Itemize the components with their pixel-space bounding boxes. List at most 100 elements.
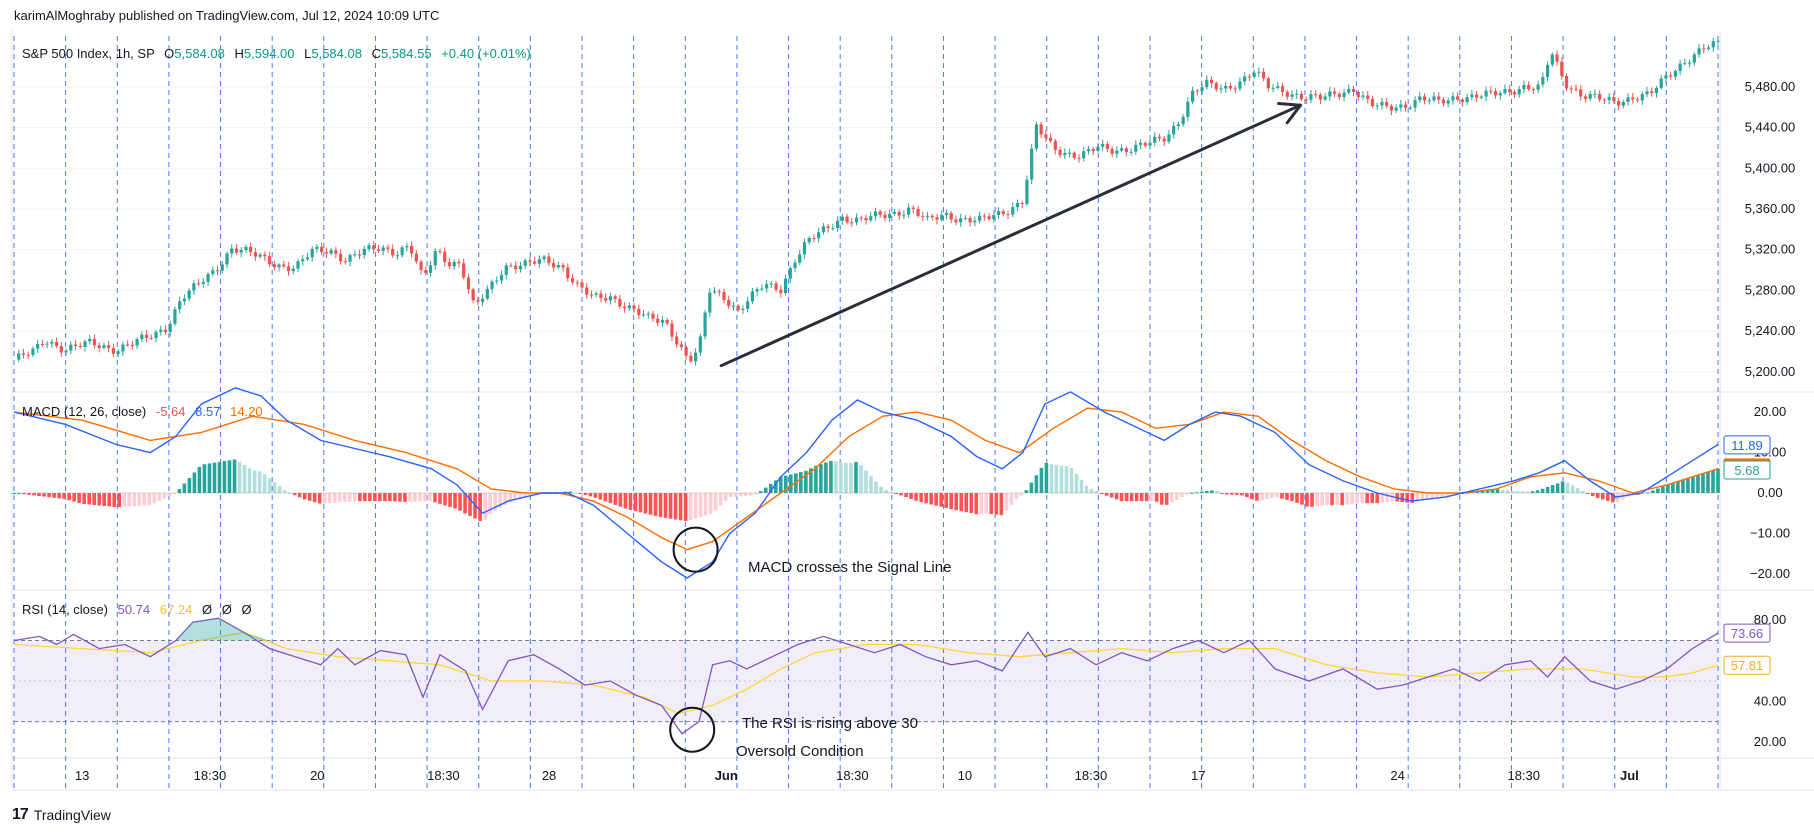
candle-body	[968, 218, 972, 223]
candle-body	[670, 323, 674, 337]
candle-body	[963, 218, 967, 220]
candle-body	[305, 257, 310, 260]
candle-body	[1413, 100, 1417, 108]
rsi-legend[interactable]: RSI (14, close) 50.74 67.24 Ø Ø Ø	[22, 602, 252, 617]
candle-body	[1342, 92, 1346, 97]
candle-body	[1276, 86, 1280, 88]
candle-body	[566, 267, 570, 279]
candle-body	[334, 250, 338, 254]
histogram-bar	[638, 493, 643, 513]
histogram-bar	[393, 493, 397, 502]
histogram-bar	[598, 493, 603, 500]
histogram-bar	[483, 493, 487, 520]
histogram-bar	[147, 493, 152, 506]
candle-body	[907, 207, 911, 215]
candle-body	[1394, 107, 1398, 111]
candle-body	[746, 301, 750, 309]
price-axis-tick: 5,320.00	[1745, 242, 1796, 257]
macd-cross-circle[interactable]	[672, 526, 719, 573]
histogram-bar	[1169, 493, 1174, 503]
histogram-bar	[1716, 468, 1720, 494]
candle-body	[111, 347, 115, 354]
histogram-bar	[703, 493, 708, 516]
histogram-bar	[132, 493, 137, 507]
histogram-bar	[217, 461, 222, 494]
candle-body	[1536, 84, 1540, 90]
candle-body	[239, 249, 243, 253]
rsi-ma-badge-label: 57.81	[1731, 658, 1764, 673]
candle-body	[130, 344, 134, 346]
trend-arrow[interactable]	[719, 101, 1303, 368]
candle-body	[1228, 85, 1233, 89]
candle-body	[272, 264, 276, 268]
candle-body	[1375, 105, 1379, 107]
candle-body	[769, 283, 773, 285]
histogram-bar	[1154, 493, 1159, 502]
candle-body	[173, 309, 177, 324]
candle-body	[1621, 101, 1625, 106]
candle-body	[547, 256, 551, 264]
candle-body	[537, 259, 541, 264]
candle-body	[1404, 104, 1408, 108]
candle-body	[1011, 207, 1015, 215]
candle-body	[73, 344, 78, 347]
histogram-bar	[1300, 493, 1304, 505]
candle-body	[1370, 98, 1375, 107]
candle-body	[1186, 101, 1190, 117]
histogram-bar	[1595, 493, 1600, 499]
candle-body	[206, 273, 210, 282]
candle-body	[234, 248, 239, 253]
candle-body	[1290, 94, 1294, 97]
candle-body	[320, 246, 324, 253]
chart-canvas[interactable]: MACD crosses the Signal Line The RSI is …	[0, 0, 1814, 800]
candle-body	[1541, 77, 1545, 85]
histogram-bar	[443, 493, 447, 506]
candle-body	[1295, 93, 1299, 95]
candle-body	[1361, 95, 1365, 97]
histogram-bar	[834, 461, 838, 494]
candle-body	[140, 334, 144, 340]
histogram-bar	[593, 493, 598, 498]
histogram-bar	[1290, 493, 1294, 502]
candle-body	[1432, 96, 1436, 101]
tradingview-footer[interactable]: 17 TradingView	[12, 806, 111, 824]
histogram-bar	[102, 493, 107, 506]
macd-legend[interactable]: MACD (12, 26, close) -5.64 8.57 14.20	[22, 404, 263, 419]
macd-axis-tick: −10.00	[1750, 525, 1790, 540]
candle-body	[992, 215, 996, 220]
candle-body	[1512, 91, 1517, 95]
histogram-bar	[1340, 493, 1344, 506]
candle-body	[812, 237, 816, 239]
histogram-bar	[317, 493, 322, 504]
histogram-bar	[42, 493, 46, 497]
candle-body	[1479, 96, 1483, 98]
candle-body	[1645, 91, 1649, 95]
candle-body	[1015, 202, 1020, 208]
histogram-bar	[1550, 485, 1555, 494]
histogram-bar	[1330, 493, 1334, 506]
candle-body	[1607, 97, 1611, 101]
histogram-bar	[177, 489, 182, 494]
histogram-bar	[914, 493, 918, 501]
price-axis-tick: 5,400.00	[1745, 160, 1796, 175]
histogram-bar	[789, 474, 793, 494]
candle-body	[1602, 99, 1606, 101]
candle-body	[438, 251, 442, 253]
histogram-bar	[1706, 471, 1710, 494]
histogram-bar	[438, 493, 442, 504]
candle-body	[978, 215, 982, 221]
histogram-bar	[1575, 488, 1580, 494]
time-axis-tick: 28	[542, 768, 556, 783]
histogram-bar	[1370, 493, 1374, 504]
price-axis-tick: 5,440.00	[1745, 120, 1796, 135]
histogram-bar	[1565, 482, 1570, 494]
histogram-bar	[1315, 493, 1319, 507]
candle-body	[509, 265, 513, 267]
candle-body	[514, 265, 518, 270]
histogram-bar	[52, 493, 56, 498]
candle-body	[495, 280, 499, 282]
candle-body	[518, 265, 523, 270]
macd-axis-tick: −20.00	[1750, 566, 1790, 581]
price-legend[interactable]: S&P 500 Index, 1h, SP O5,584.08 H5,594.0…	[22, 46, 531, 61]
histogram-bar	[1074, 473, 1079, 494]
